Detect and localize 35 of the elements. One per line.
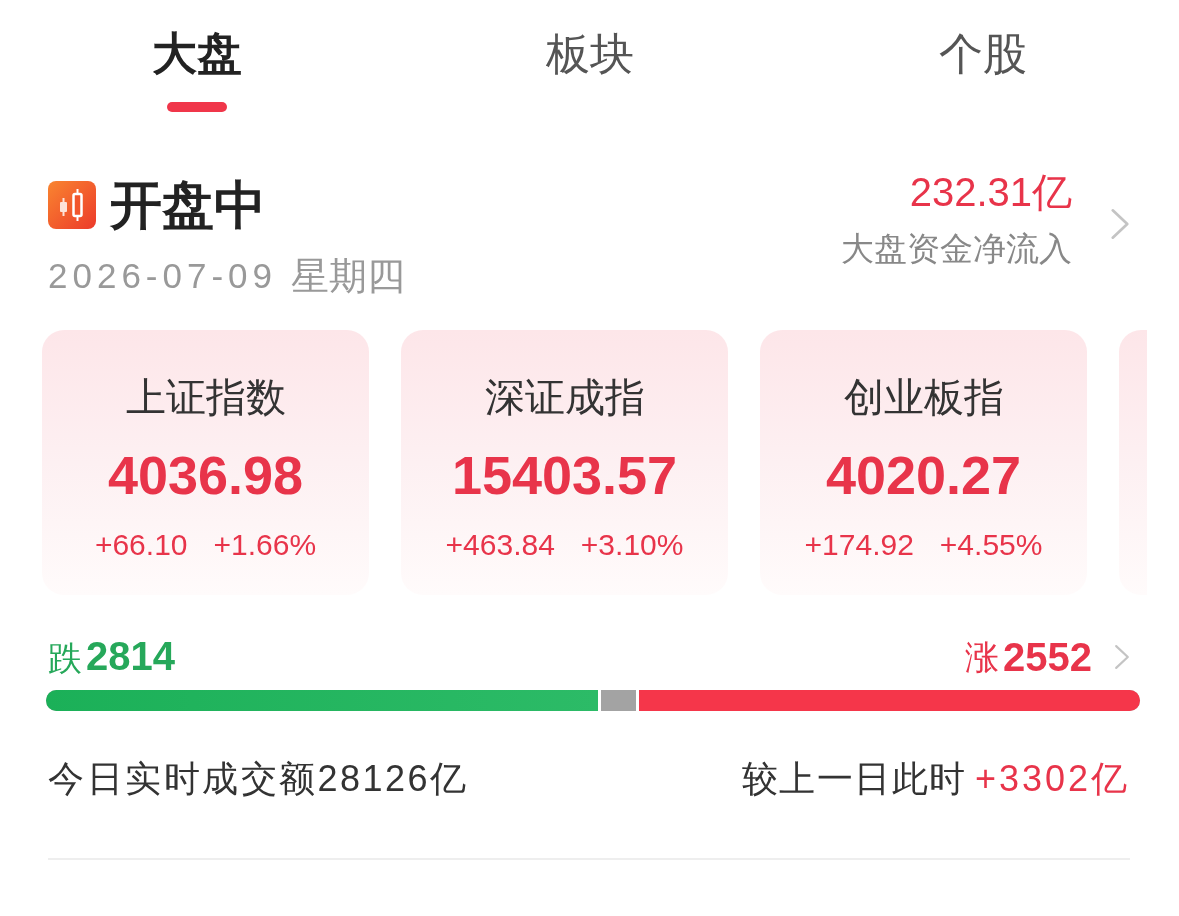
index-card[interactable]: 创业板指 4020.27 +174.92 +4.55% [760,330,1087,595]
index-name: 深证成指 [484,374,645,420]
turnover-text: 今日实时成交额28126亿 [48,759,469,799]
index-change: +463.84 [445,527,555,563]
index-change-percent: +3.10% [580,527,684,563]
chevron-right-icon[interactable] [1114,643,1130,671]
decliners-count: 2814 [86,634,175,678]
chevron-right-icon[interactable] [1110,206,1130,241]
decliners-label: 跌 [48,638,82,679]
index-change: +66.10 [94,527,188,563]
index-value: 4036.98 [107,444,304,507]
market-status-title: 开盘中 [110,177,266,233]
tab[interactable]: 板块 [545,0,634,112]
index-change-percent: +4.55% [939,527,1043,563]
index-card[interactable] [1119,330,1147,595]
net-inflow-value: 232.31亿 [909,170,1072,214]
index-change: +174.92 [804,527,914,563]
date-text: 2026-07-09 [48,256,278,296]
index-card[interactable]: 深证成指 15403.57 +463.84 +3.10% [401,330,728,595]
index-card[interactable]: 上证指数 4036.98 +66.10 +1.66% [42,330,369,595]
index-change-percent: +1.66% [213,527,317,563]
candlestick-chart-icon [48,181,96,229]
index-value: 4020.27 [825,444,1022,507]
advancers-count: 2552 [1003,635,1092,679]
active-tab-underline [166,102,227,112]
index-name: 上证指数 [125,374,286,420]
tab[interactable]: 大盘 [151,0,242,112]
comparison-value: +3302亿 [974,759,1130,799]
weekday-text: 星期四 [291,256,406,296]
advancers-label: 涨 [965,637,999,678]
index-value: 15403.57 [451,444,678,507]
tab[interactable]: 个股 [938,0,1027,112]
comparison-label: 较上一日此时 [741,759,967,799]
index-name: 创业板指 [843,374,1004,420]
net-inflow-label: 大盘资金净流入 [841,231,1072,267]
